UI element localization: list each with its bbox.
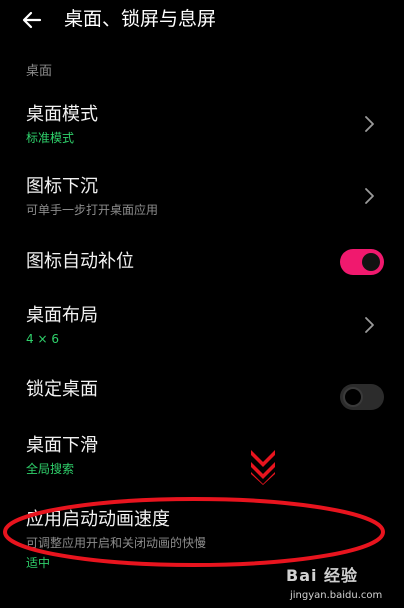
toggle-knob: [343, 387, 363, 407]
setting-icon-sink[interactable]: 图标下沉 可单手一步打开桌面应用: [0, 172, 404, 226]
page-title: 桌面、锁屏与息屏: [64, 8, 217, 30]
setting-title: 锁定桌面: [26, 379, 98, 400]
setting-desktop-swipe-down[interactable]: 桌面下滑 全局搜索: [0, 432, 404, 486]
back-button[interactable]: [20, 6, 48, 34]
setting-lock-desktop: 锁定桌面: [0, 374, 404, 414]
setting-value: 适中: [26, 556, 51, 570]
top-bar: 桌面、锁屏与息屏: [0, 0, 404, 44]
chevron-right-icon: [362, 187, 376, 205]
setting-description: 可调整应用开启和关闭动画的快慢: [26, 536, 207, 550]
setting-value: 标准模式: [26, 131, 75, 145]
toggle-knob: [362, 253, 380, 271]
setting-title: 桌面下滑: [26, 435, 98, 456]
setting-description: 可单手一步打开桌面应用: [26, 203, 159, 217]
setting-title: 桌面模式: [26, 104, 98, 125]
setting-desktop-layout[interactable]: 桌面布局 4 × 6: [0, 304, 404, 358]
watermark-url: jingyan.baidu.com: [290, 590, 383, 601]
lock-desktop-toggle[interactable]: [340, 384, 384, 410]
setting-desktop-mode[interactable]: 桌面模式 标准模式: [0, 100, 404, 154]
chevron-right-icon: [362, 115, 376, 133]
arrow-left-icon: [22, 11, 42, 29]
setting-icon-auto-fill: 图标自动补位: [0, 244, 404, 284]
chevron-right-icon: [362, 316, 376, 334]
section-label-desktop: 桌面: [26, 64, 53, 79]
setting-value: 4 × 6: [26, 332, 59, 346]
setting-title: 桌面布局: [26, 305, 98, 326]
setting-app-launch-animation-speed[interactable]: 应用启动动画速度 可调整应用开启和关闭动画的快慢 适中: [0, 505, 404, 575]
icon-auto-fill-toggle[interactable]: [340, 249, 384, 275]
setting-title: 图标自动补位: [26, 251, 134, 272]
setting-title: 图标下沉: [26, 176, 98, 197]
setting-value: 全局搜索: [26, 462, 75, 476]
setting-title: 应用启动动画速度: [26, 509, 170, 530]
